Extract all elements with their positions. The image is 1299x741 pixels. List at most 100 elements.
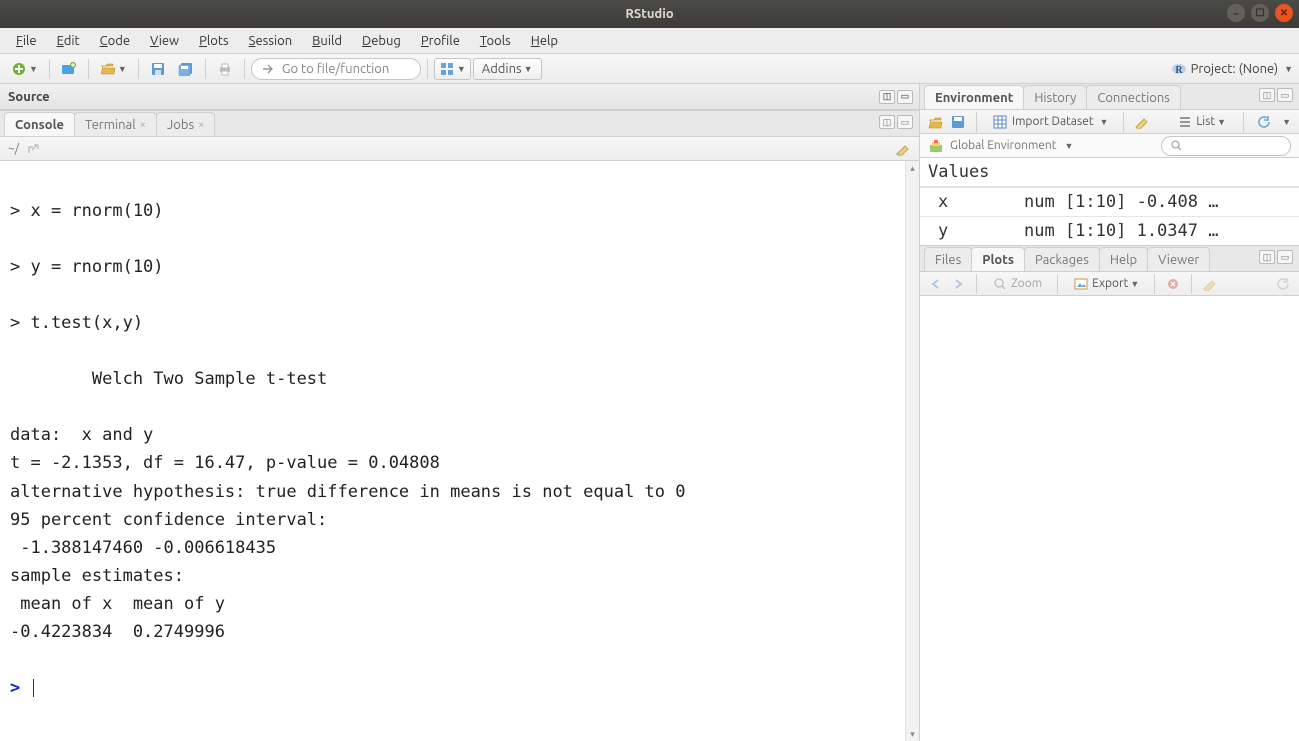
scroll-down-icon[interactable]: ▾ [906, 727, 919, 741]
tab-history[interactable]: History [1023, 85, 1087, 109]
close-icon[interactable]: × [140, 119, 146, 131]
globe-stack-icon [928, 138, 944, 154]
tab-files[interactable]: Files [924, 247, 972, 271]
goto-file-function-input[interactable]: Go to file/function [251, 58, 421, 80]
new-file-button[interactable]: ▼ [6, 58, 43, 80]
plot-remove-icon[interactable] [1165, 276, 1181, 292]
source-pane-maximize-button[interactable]: ▭ [897, 90, 913, 104]
menu-build[interactable]: Build [304, 32, 350, 50]
plot-prev-icon[interactable] [928, 276, 944, 292]
workspace-panes-button[interactable]: ▼ [434, 58, 471, 80]
search-icon [1168, 138, 1184, 154]
scroll-up-icon[interactable]: ▴ [906, 161, 919, 175]
source-pane-restore-button[interactable]: ◫ [879, 90, 895, 104]
menu-edit[interactable]: Edit [49, 32, 88, 50]
menu-profile[interactable]: Profile [413, 32, 468, 50]
env-pane-maximize-button[interactable]: ▭ [1277, 88, 1293, 102]
tab-packages[interactable]: Packages [1024, 247, 1100, 271]
menu-file[interactable]: File [8, 32, 45, 50]
menu-view[interactable]: View [142, 32, 187, 50]
tab-terminal[interactable]: Terminal × [74, 112, 157, 136]
plots-pane-minimize-button[interactable]: ◫ [1259, 250, 1275, 264]
window-titlebar: RStudio – ☐ ✕ [0, 0, 1299, 28]
r-project-icon: R [1171, 61, 1187, 77]
plus-circle-icon [11, 61, 27, 77]
tab-viewer[interactable]: Viewer [1147, 247, 1210, 271]
plot-clear-all-icon[interactable] [1202, 276, 1218, 292]
tab-plots[interactable]: Plots [971, 247, 1025, 271]
console-working-dir: ~/ [8, 142, 19, 155]
env-scope-label[interactable]: Global Environment [950, 139, 1057, 152]
menu-plots[interactable]: Plots [191, 32, 237, 50]
console-scrollbar[interactable]: ▴ ▾ [905, 161, 919, 741]
source-pane-title: Source [8, 90, 50, 104]
source-pane-header: Source ◫ ▭ [0, 84, 919, 110]
popout-icon[interactable] [25, 141, 41, 157]
plot-refresh-icon[interactable] [1275, 276, 1291, 292]
tab-environment[interactable]: Environment [924, 85, 1024, 109]
goto-arrow-icon [260, 61, 276, 77]
plot-next-icon[interactable] [950, 276, 966, 292]
tab-console[interactable]: Console [4, 112, 75, 136]
print-button[interactable] [212, 58, 238, 80]
close-icon[interactable]: × [198, 119, 204, 131]
zoom-icon [992, 276, 1008, 292]
env-variable-row[interactable]: xnum [1:10] -0.408 … [920, 187, 1299, 216]
save-all-button[interactable] [173, 58, 199, 80]
env-pane-minimize-button[interactable]: ◫ [1259, 88, 1275, 102]
window-close-button[interactable]: ✕ [1275, 4, 1293, 22]
console-output[interactable]: > x = rnorm(10) > y = rnorm(10) > t.test… [0, 161, 905, 741]
save-button[interactable] [145, 58, 171, 80]
cursor [33, 679, 34, 697]
clear-workspace-icon[interactable] [1134, 114, 1150, 130]
addins-label: Addins [482, 62, 522, 76]
new-project-button[interactable] [56, 58, 82, 80]
open-file-button[interactable]: ▼ [95, 58, 132, 80]
env-values-header: Values [920, 158, 1299, 187]
env-search-input[interactable] [1161, 136, 1291, 156]
clear-console-icon[interactable] [895, 141, 911, 157]
tab-jobs[interactable]: Jobs × [156, 112, 215, 136]
load-workspace-icon[interactable] [928, 114, 944, 130]
floppy-icon [150, 61, 166, 77]
list-icon [1177, 114, 1193, 130]
folder-open-icon [100, 61, 116, 77]
refresh-icon[interactable] [1256, 114, 1272, 130]
plots-tabs-row: Files Plots Packages Help Viewer ◫ ▭ [920, 246, 1299, 272]
addins-menu[interactable]: Addins▼ [473, 58, 542, 80]
menu-help[interactable]: Help [523, 32, 566, 50]
env-scope-bar: Global Environment▼ [920, 134, 1299, 158]
plots-toolbar: Zoom Export▼ [920, 272, 1299, 296]
env-var-value: num [1:10] 1.0347 … [1020, 217, 1299, 245]
menu-tools[interactable]: Tools [472, 32, 519, 50]
printer-icon [217, 61, 233, 77]
menu-debug[interactable]: Debug [354, 32, 409, 50]
plots-pane-maximize-button[interactable]: ▭ [1277, 250, 1293, 264]
window-maximize-button[interactable]: ☐ [1251, 4, 1269, 22]
env-view-mode-button[interactable]: List▼ [1172, 111, 1231, 133]
project-add-icon [61, 61, 77, 77]
window-title: RStudio [625, 7, 673, 21]
env-variable-list: Values xnum [1:10] -0.408 …ynum [1:10] 1… [920, 158, 1299, 245]
console-pane-maximize-button[interactable]: ▭ [897, 115, 913, 129]
plot-zoom-button[interactable]: Zoom [987, 273, 1047, 295]
import-dataset-button[interactable]: Import Dataset▼ [987, 111, 1113, 133]
console-pane-minimize-button[interactable]: ◫ [879, 115, 895, 129]
tab-help[interactable]: Help [1099, 247, 1148, 271]
env-variable-row[interactable]: ynum [1:10] 1.0347 … [920, 216, 1299, 245]
console-subtoolbar: ~/ [0, 137, 919, 161]
tab-connections[interactable]: Connections [1086, 85, 1181, 109]
project-label: Project: (None) [1191, 62, 1278, 76]
import-grid-icon [992, 114, 1008, 130]
save-workspace-icon[interactable] [950, 114, 966, 130]
menu-code[interactable]: Code [92, 32, 138, 50]
console-prompt: > [10, 678, 20, 698]
menu-session[interactable]: Session [241, 32, 300, 50]
window-minimize-button[interactable]: – [1227, 4, 1245, 22]
env-tabs-row: Environment History Connections ◫ ▭ [920, 84, 1299, 110]
plot-export-button[interactable]: Export▼ [1068, 273, 1144, 295]
svg-text:R: R [1175, 65, 1183, 76]
project-menu[interactable]: R Project: (None)▼ [1171, 61, 1293, 77]
env-toolbar: Import Dataset▼ List▼ ▼ [920, 110, 1299, 134]
plots-canvas [920, 296, 1299, 741]
